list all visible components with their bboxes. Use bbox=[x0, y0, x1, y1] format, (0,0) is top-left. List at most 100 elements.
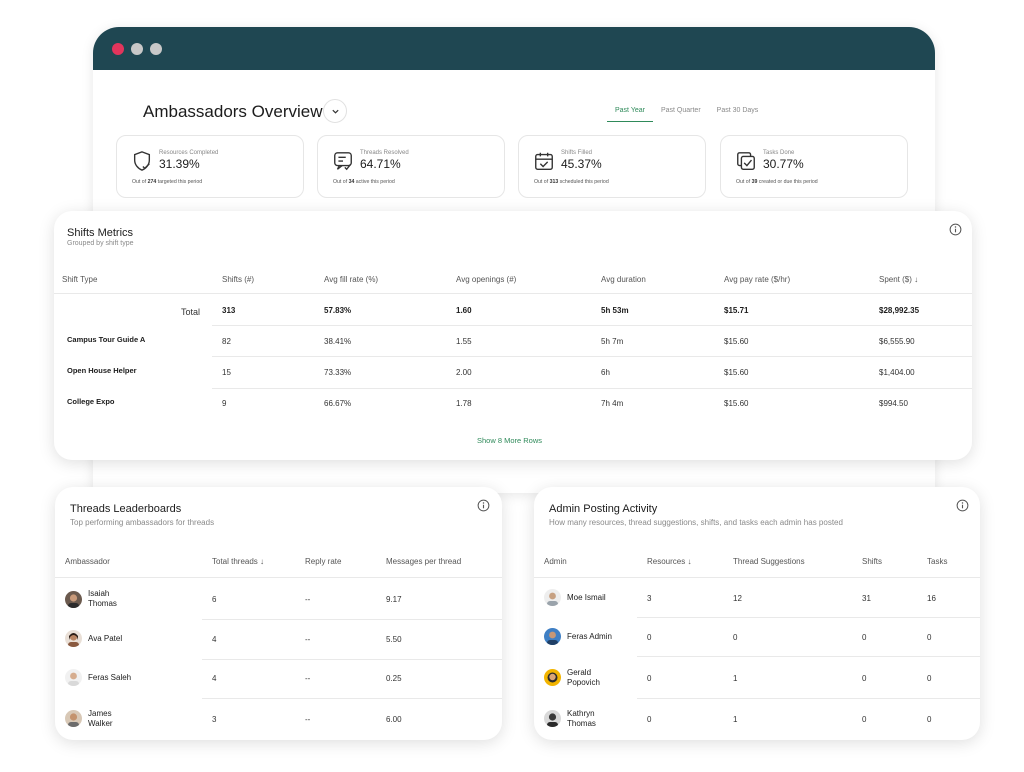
table-cell: 5h 7m bbox=[601, 337, 624, 346]
table-cell: -- bbox=[305, 595, 311, 604]
kpi-footnote: Out of 274 targeted this period bbox=[132, 179, 203, 185]
column-header[interactable]: Messages per thread bbox=[386, 557, 461, 566]
page-title: Ambassadors Overview bbox=[143, 102, 323, 121]
divider bbox=[212, 356, 972, 357]
info-icon[interactable] bbox=[949, 223, 962, 236]
divider bbox=[202, 659, 502, 660]
column-header-sorted[interactable]: Spent ($) ↓ bbox=[879, 275, 918, 284]
total-label: Total bbox=[181, 307, 201, 317]
table-cell: 0 bbox=[927, 674, 932, 683]
kpi-card-tasks[interactable]: Tasks Done 30.77% Out of 39 created or d… bbox=[720, 135, 908, 198]
divider bbox=[212, 325, 972, 326]
admin-name[interactable]: Gerald Popovich bbox=[567, 668, 600, 687]
column-header[interactable]: Avg pay rate ($/hr) bbox=[724, 275, 790, 284]
table-cell: 3 bbox=[212, 715, 217, 724]
sort-down-arrow-icon: ↓ bbox=[687, 557, 692, 566]
divider bbox=[534, 577, 980, 578]
minimize-window-dot[interactable] bbox=[131, 43, 143, 55]
kpi-card-shifts[interactable]: Shifts Filled 45.37% Out of 313 schedule… bbox=[518, 135, 706, 198]
admin-name[interactable]: Moe Ismail bbox=[567, 593, 606, 603]
table-cell: 5.50 bbox=[386, 635, 402, 644]
kpi-label: Tasks Done bbox=[763, 150, 795, 156]
title-dropdown-button[interactable] bbox=[323, 99, 347, 123]
card-subtitle: Top performing ambassadors for threads bbox=[70, 518, 215, 527]
info-icon[interactable] bbox=[956, 499, 969, 512]
column-header[interactable]: Thread Suggestions bbox=[733, 557, 805, 566]
divider bbox=[637, 698, 980, 699]
table-cell: 66.67% bbox=[324, 399, 352, 408]
kpi-footnote: Out of 34 active this period bbox=[333, 179, 395, 185]
kpi-label: Resources Completed bbox=[159, 150, 219, 156]
table-cell: 0 bbox=[927, 633, 932, 642]
kpi-card-threads[interactable]: Threads Resolved 64.71% Out of 34 active… bbox=[317, 135, 505, 198]
table-cell: 3 bbox=[647, 594, 652, 603]
table-cell: 6.00 bbox=[386, 715, 402, 724]
table-cell: 16 bbox=[927, 594, 936, 603]
ambassador-name[interactable]: Feras Saleh bbox=[88, 673, 131, 683]
ambassador-name[interactable]: Ava Patel bbox=[88, 634, 122, 644]
table-cell: $15.71 bbox=[724, 306, 749, 315]
tab-past-year[interactable]: Past Year bbox=[607, 105, 653, 122]
chevron-down-icon bbox=[331, 109, 339, 114]
column-header[interactable]: Reply rate bbox=[305, 557, 341, 566]
table-cell: 6h bbox=[601, 368, 610, 377]
threads-leaderboards-card: Threads Leaderboards Top performing amba… bbox=[55, 487, 502, 740]
shield-check-icon bbox=[133, 151, 151, 171]
table-cell: 9 bbox=[222, 399, 227, 408]
kpi-value: 30.77% bbox=[763, 157, 804, 171]
card-subtitle: How many resources, thread suggestions, … bbox=[549, 518, 843, 527]
calendar-check-icon bbox=[535, 152, 553, 170]
ambassador-name[interactable]: James Walker bbox=[88, 709, 113, 728]
table-cell: -- bbox=[305, 635, 311, 644]
avatar bbox=[65, 630, 82, 647]
column-header[interactable]: Avg duration bbox=[601, 275, 646, 284]
table-cell: 1.78 bbox=[456, 399, 472, 408]
column-header[interactable]: Shift Type bbox=[62, 275, 97, 284]
maximize-window-dot[interactable] bbox=[150, 43, 162, 55]
column-header[interactable]: Ambassador bbox=[65, 557, 110, 566]
table-cell: 0 bbox=[862, 674, 867, 683]
kpi-value: 64.71% bbox=[360, 157, 401, 171]
column-header[interactable]: Tasks bbox=[927, 557, 947, 566]
card-subtitle: Grouped by shift type bbox=[67, 240, 134, 247]
table-cell: 9.17 bbox=[386, 595, 402, 604]
avatar bbox=[544, 589, 561, 606]
show-more-rows-link[interactable]: Show 8 More Rows bbox=[477, 436, 542, 445]
avatar bbox=[65, 710, 82, 727]
table-cell: 57.83% bbox=[324, 306, 352, 315]
column-header[interactable]: Avg fill rate (%) bbox=[324, 275, 378, 284]
column-header[interactable]: Avg openings (#) bbox=[456, 275, 516, 284]
column-header-sorted[interactable]: Total threads ↓ bbox=[212, 557, 264, 566]
table-cell: 82 bbox=[222, 337, 231, 346]
close-window-dot[interactable] bbox=[112, 43, 124, 55]
info-icon[interactable] bbox=[477, 499, 490, 512]
table-cell: 0 bbox=[862, 633, 867, 642]
ambassador-name[interactable]: Isaiah Thomas bbox=[88, 589, 117, 608]
sort-down-arrow-icon: ↓ bbox=[260, 557, 265, 566]
table-cell: 0 bbox=[647, 674, 652, 683]
column-header[interactable]: Admin bbox=[544, 557, 567, 566]
divider bbox=[202, 619, 502, 620]
table-cell: $1,404.00 bbox=[879, 368, 915, 377]
tasks-check-icon bbox=[737, 152, 755, 170]
tab-past-quarter[interactable]: Past Quarter bbox=[653, 105, 709, 122]
card-title: Admin Posting Activity bbox=[549, 503, 658, 515]
kpi-card-resources[interactable]: Resources Completed 31.39% Out of 274 ta… bbox=[116, 135, 304, 198]
table-cell: $15.60 bbox=[724, 399, 749, 408]
divider bbox=[55, 577, 502, 578]
column-header[interactable]: Shifts (#) bbox=[222, 275, 254, 284]
card-title: Shifts Metrics bbox=[67, 227, 134, 239]
column-header-sorted[interactable]: Resources ↓ bbox=[647, 557, 691, 566]
admin-name[interactable]: Kathryn Thomas bbox=[567, 709, 596, 728]
table-cell: 0 bbox=[927, 715, 932, 724]
table-cell: 31 bbox=[862, 594, 871, 603]
table-cell: 4 bbox=[212, 635, 217, 644]
admin-name[interactable]: Feras Admin bbox=[567, 632, 612, 642]
tab-past-30-days[interactable]: Past 30 Days bbox=[709, 105, 767, 122]
table-cell: 1 bbox=[733, 674, 738, 683]
divider bbox=[202, 698, 502, 699]
table-cell: 7h 4m bbox=[601, 399, 624, 408]
table-cell: 38.41% bbox=[324, 337, 352, 346]
shift-type-name: Open House Helper bbox=[67, 366, 137, 375]
column-header[interactable]: Shifts bbox=[862, 557, 882, 566]
